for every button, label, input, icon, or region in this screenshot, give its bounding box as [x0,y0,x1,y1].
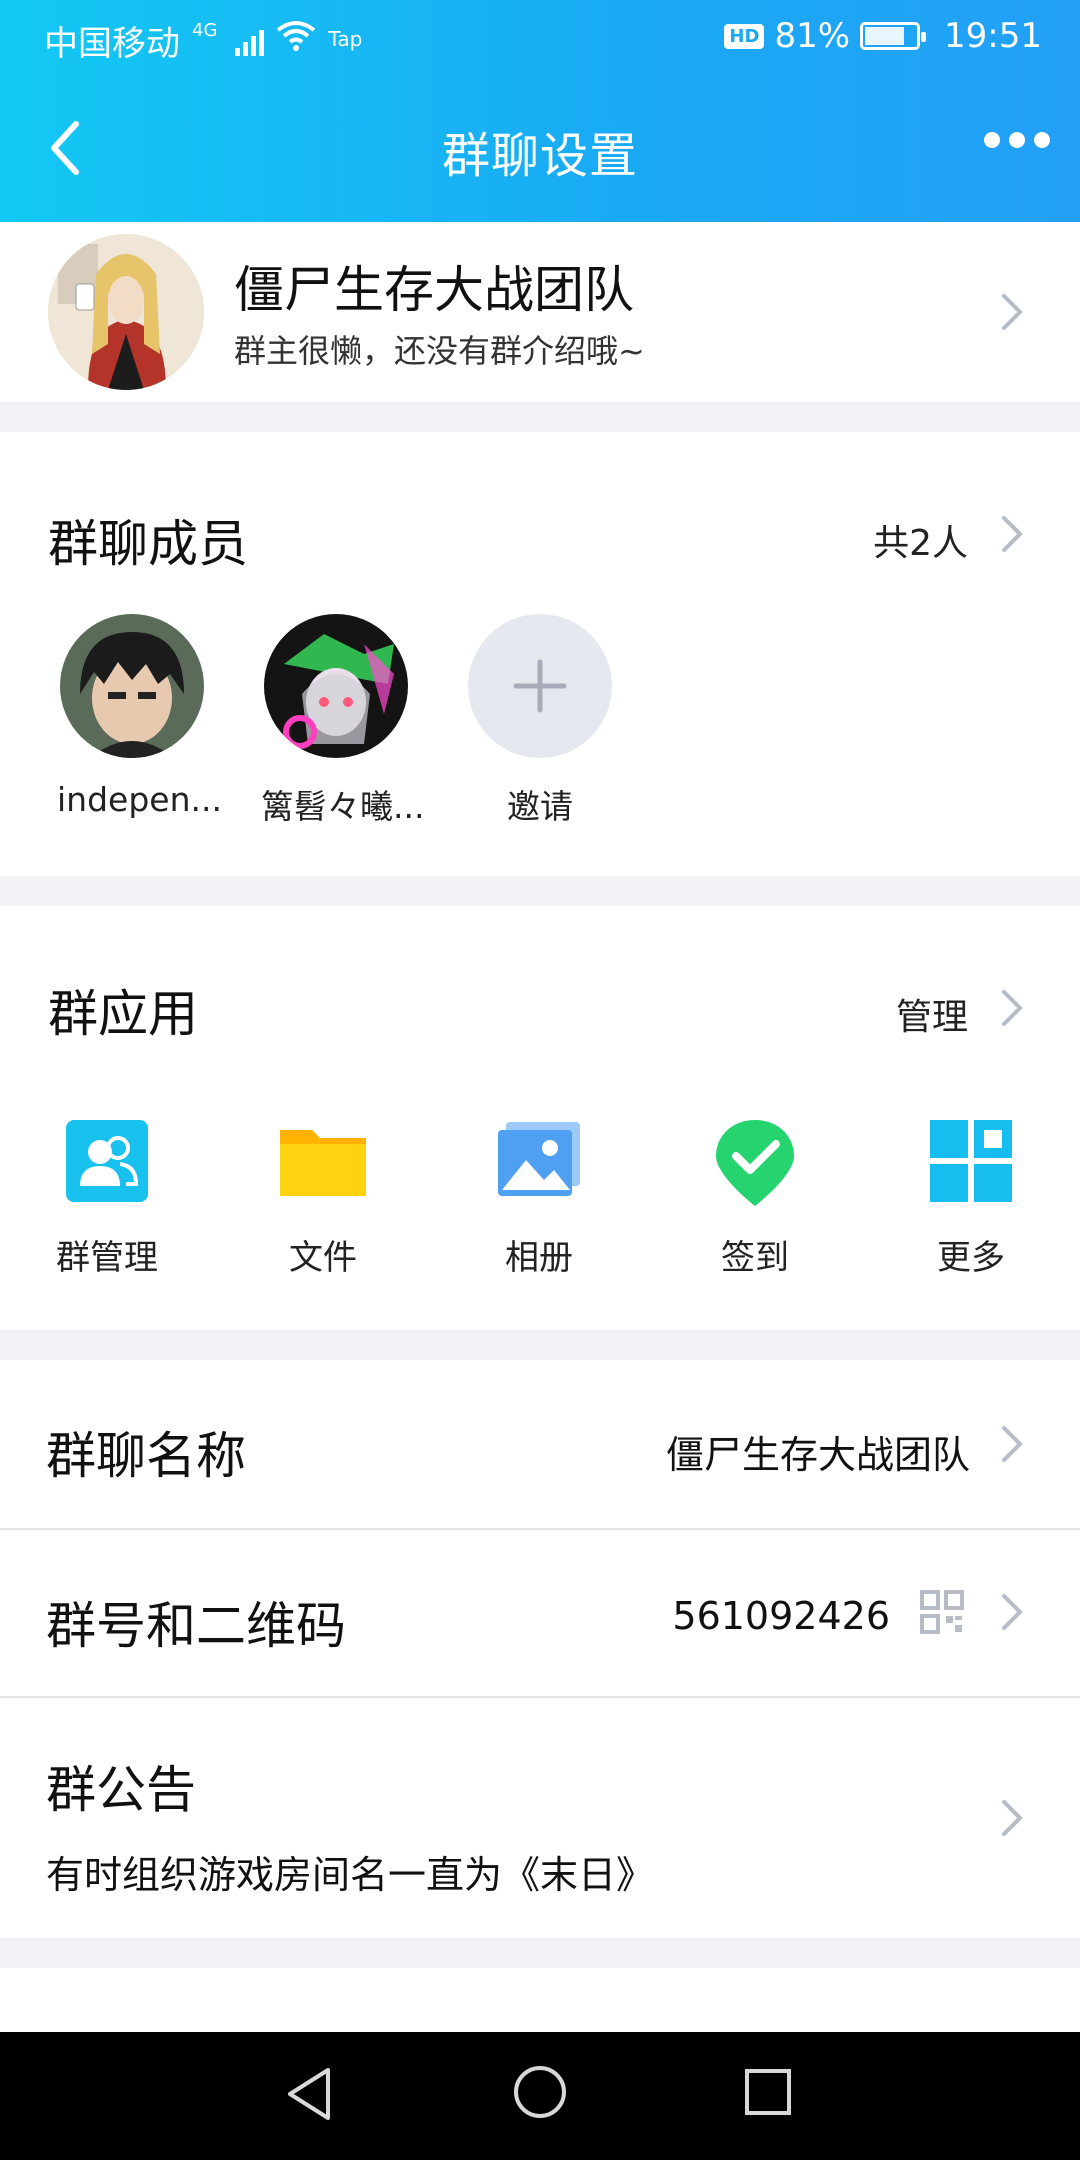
carrier-label: 中国移动 [44,24,180,64]
battery-percent: 81% [774,16,851,56]
app-tag: Tap [328,26,363,51]
invite-button[interactable]: 邀请 [465,614,615,828]
system-nav-bar [0,2032,1080,2160]
nav-row: 群聊设置 [0,108,1080,188]
check-in-icon [710,1116,800,1206]
group-notice-row[interactable]: 群公告 有时组织游戏房间名一直为《末日》 [0,1698,1080,1938]
app-more[interactable]: 更多 [896,1116,1046,1279]
recents-nav-icon[interactable] [744,2068,792,2120]
member-count[interactable]: 共2人 [873,514,968,566]
group-notice-value: 有时组织游戏房间名一直为《末日》 [46,1853,655,1897]
app-label: 签到 [721,1238,789,1278]
folder-icon [278,1116,368,1206]
group-manage-icon [62,1116,152,1206]
group-name-label: 群聊名称 [46,1427,246,1485]
avatar [60,614,204,758]
more-icon[interactable] [984,132,1050,148]
header-bar: 中国移动 4G Tap HD 81% 19:51 群聊设置 [0,0,1080,222]
member-item[interactable]: 篱髫々曦... [261,614,425,828]
group-number-value: 561092426 [672,1594,890,1638]
app-label: 群管理 [56,1238,158,1278]
chevron-right-icon [1000,292,1024,332]
group-name-row[interactable]: 群聊名称 僵尸生存大战团队 [0,1360,1080,1528]
next-section-row [0,1968,1080,2032]
member-name: indepen... [57,780,222,819]
chevron-right-icon [1000,1424,1024,1464]
members-section: 群聊成员 共2人 indepen... 篱髫々曦... 邀请 [0,432,1080,876]
group-notice-label: 群公告 [46,1761,196,1819]
network-type: 4G [192,20,218,41]
hd-badge: HD [724,23,765,49]
group-profile-card[interactable]: 僵尸生存大战团队 群主很懒，还没有群介绍哦~ [0,222,1080,402]
app-group-manage[interactable]: 群管理 [32,1116,182,1279]
manage-link[interactable]: 管理 [896,988,968,1040]
qr-code-icon[interactable] [920,1590,964,1634]
group-description: 群主很懒，还没有群介绍哦~ [234,332,645,370]
group-number-row[interactable]: 群号和二维码 561092426 [0,1530,1080,1696]
app-label: 更多 [937,1238,1005,1278]
chevron-right-icon [1000,1592,1024,1632]
back-nav-icon[interactable] [284,2066,334,2126]
app-label: 文件 [289,1238,357,1278]
photo-album-icon [494,1116,584,1206]
battery-icon [860,22,927,50]
chevron-right-icon[interactable] [1000,514,1024,554]
group-avatar [48,234,204,390]
group-name-value: 僵尸生存大战团队 [665,1433,970,1477]
app-label: 相册 [505,1238,573,1278]
avatar [264,614,408,758]
home-nav-icon[interactable] [512,2064,568,2124]
grid-more-icon [926,1116,1016,1206]
clock: 19:51 [944,16,1042,56]
members-title: 群聊成员 [48,515,248,573]
invite-label: 邀请 [507,787,573,826]
wifi-icon [276,20,316,61]
member-name: 篱髫々曦... [261,787,425,826]
group-name: 僵尸生存大战团队 [234,261,634,319]
chevron-right-icon [1000,1798,1024,1838]
app-files[interactable]: 文件 [248,1116,398,1279]
chevron-right-icon[interactable] [1000,988,1024,1028]
status-bar: 中国移动 4G Tap HD 81% 19:51 [0,12,1080,64]
app-check-in[interactable]: 签到 [680,1116,830,1279]
signal-icon [235,26,265,56]
page-title: 群聊设置 [441,128,638,184]
plus-icon [468,614,612,758]
group-apps-section: 群应用 管理 群管理 文件 相册 签到 更多 [0,906,1080,1330]
app-album[interactable]: 相册 [464,1116,614,1279]
member-item[interactable]: indepen... [57,614,222,819]
apps-title: 群应用 [48,985,198,1043]
group-number-label: 群号和二维码 [46,1597,346,1655]
